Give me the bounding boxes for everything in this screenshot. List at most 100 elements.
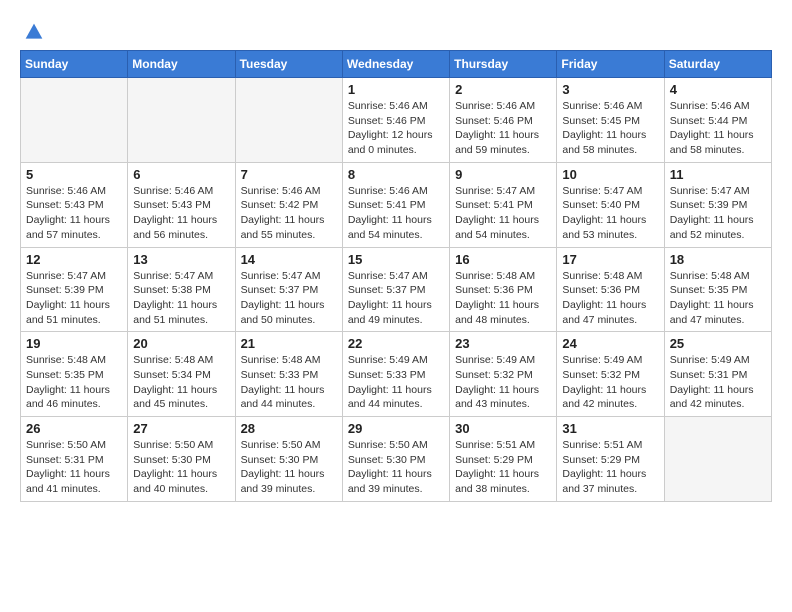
day-info: Sunrise: 5:46 AMSunset: 5:43 PMDaylight:… <box>26 184 122 243</box>
day-info: Sunrise: 5:48 AMSunset: 5:36 PMDaylight:… <box>455 269 551 328</box>
day-number: 16 <box>455 252 551 267</box>
day-info: Sunrise: 5:46 AMSunset: 5:46 PMDaylight:… <box>455 99 551 158</box>
day-number: 8 <box>348 167 444 182</box>
calendar-week-row: 19 Sunrise: 5:48 AMSunset: 5:35 PMDayligh… <box>21 332 772 417</box>
calendar-cell: 29 Sunrise: 5:50 AMSunset: 5:30 PMDayligh… <box>342 417 449 502</box>
day-number: 23 <box>455 336 551 351</box>
day-info: Sunrise: 5:49 AMSunset: 5:32 PMDaylight:… <box>455 353 551 412</box>
day-number: 17 <box>562 252 658 267</box>
calendar-cell: 20 Sunrise: 5:48 AMSunset: 5:34 PMDayligh… <box>128 332 235 417</box>
calendar-cell: 27 Sunrise: 5:50 AMSunset: 5:30 PMDayligh… <box>128 417 235 502</box>
calendar-week-row: 12 Sunrise: 5:47 AMSunset: 5:39 PMDayligh… <box>21 247 772 332</box>
day-number: 13 <box>133 252 229 267</box>
day-info: Sunrise: 5:50 AMSunset: 5:30 PMDaylight:… <box>133 438 229 497</box>
day-number: 25 <box>670 336 766 351</box>
calendar-cell: 16 Sunrise: 5:48 AMSunset: 5:36 PMDayligh… <box>450 247 557 332</box>
calendar-cell: 15Sunrise: 5:47 AMSunset: 5:37 PMDayligh… <box>342 247 449 332</box>
weekday-header-thursday: Thursday <box>450 51 557 78</box>
day-info: Sunrise: 5:47 AMSunset: 5:37 PMDaylight:… <box>241 269 337 328</box>
calendar-table: SundayMondayTuesdayWednesdayThursdayFrid… <box>20 50 772 502</box>
day-number: 27 <box>133 421 229 436</box>
day-number: 20 <box>133 336 229 351</box>
day-info: Sunrise: 5:50 AMSunset: 5:30 PMDaylight:… <box>348 438 444 497</box>
day-number: 6 <box>133 167 229 182</box>
day-number: 21 <box>241 336 337 351</box>
day-info: Sunrise: 5:46 AMSunset: 5:43 PMDaylight:… <box>133 184 229 243</box>
day-info: Sunrise: 5:46 AMSunset: 5:42 PMDaylight:… <box>241 184 337 243</box>
day-number: 12 <box>26 252 122 267</box>
calendar-cell: 18Sunrise: 5:48 AMSunset: 5:35 PMDayligh… <box>664 247 771 332</box>
calendar-cell <box>128 78 235 163</box>
day-number: 11 <box>670 167 766 182</box>
calendar-cell: 31 Sunrise: 5:51 AMSunset: 5:29 PMDayligh… <box>557 417 664 502</box>
calendar-cell: 3Sunrise: 5:46 AMSunset: 5:45 PMDaylight… <box>557 78 664 163</box>
calendar-cell <box>21 78 128 163</box>
calendar-cell: 1 Sunrise: 5:46 AMSunset: 5:46 PMDaylight… <box>342 78 449 163</box>
calendar-cell: 19 Sunrise: 5:48 AMSunset: 5:35 PMDayligh… <box>21 332 128 417</box>
day-info: Sunrise: 5:46 AMSunset: 5:45 PMDaylight:… <box>562 99 658 158</box>
calendar-cell: 13 Sunrise: 5:47 AMSunset: 5:38 PMDayligh… <box>128 247 235 332</box>
calendar-cell: 30 Sunrise: 5:51 AMSunset: 5:29 PMDayligh… <box>450 417 557 502</box>
calendar-cell: 10 Sunrise: 5:47 AMSunset: 5:40 PMDayligh… <box>557 162 664 247</box>
day-number: 26 <box>26 421 122 436</box>
day-info: Sunrise: 5:50 AMSunset: 5:30 PMDaylight:… <box>241 438 337 497</box>
calendar-cell: 17 Sunrise: 5:48 AMSunset: 5:36 PMDayligh… <box>557 247 664 332</box>
day-number: 29 <box>348 421 444 436</box>
page-header <box>20 20 772 42</box>
weekday-header-wednesday: Wednesday <box>342 51 449 78</box>
weekday-header-sunday: Sunday <box>21 51 128 78</box>
day-info: Sunrise: 5:46 AMSunset: 5:46 PMDaylight:… <box>348 99 444 158</box>
calendar-cell: 6 Sunrise: 5:46 AMSunset: 5:43 PMDaylight… <box>128 162 235 247</box>
calendar-cell: 7 Sunrise: 5:46 AMSunset: 5:42 PMDaylight… <box>235 162 342 247</box>
day-info: Sunrise: 5:51 AMSunset: 5:29 PMDaylight:… <box>562 438 658 497</box>
day-info: Sunrise: 5:48 AMSunset: 5:34 PMDaylight:… <box>133 353 229 412</box>
calendar-cell <box>235 78 342 163</box>
calendar-week-row: 5Sunrise: 5:46 AMSunset: 5:43 PMDaylight… <box>21 162 772 247</box>
calendar-cell: 21Sunrise: 5:48 AMSunset: 5:33 PMDayligh… <box>235 332 342 417</box>
calendar-cell: 8 Sunrise: 5:46 AMSunset: 5:41 PMDaylight… <box>342 162 449 247</box>
day-number: 31 <box>562 421 658 436</box>
calendar-cell: 4Sunrise: 5:46 AMSunset: 5:44 PMDaylight… <box>664 78 771 163</box>
calendar-cell: 22Sunrise: 5:49 AMSunset: 5:33 PMDayligh… <box>342 332 449 417</box>
day-info: Sunrise: 5:49 AMSunset: 5:31 PMDaylight:… <box>670 353 766 412</box>
day-number: 30 <box>455 421 551 436</box>
weekday-header-friday: Friday <box>557 51 664 78</box>
day-info: Sunrise: 5:50 AMSunset: 5:31 PMDaylight:… <box>26 438 122 497</box>
weekday-header-row: SundayMondayTuesdayWednesdayThursdayFrid… <box>21 51 772 78</box>
calendar-cell: 11 Sunrise: 5:47 AMSunset: 5:39 PMDayligh… <box>664 162 771 247</box>
day-number: 9 <box>455 167 551 182</box>
calendar-week-row: 1 Sunrise: 5:46 AMSunset: 5:46 PMDaylight… <box>21 78 772 163</box>
day-number: 7 <box>241 167 337 182</box>
day-info: Sunrise: 5:47 AMSunset: 5:39 PMDaylight:… <box>670 184 766 243</box>
day-info: Sunrise: 5:49 AMSunset: 5:32 PMDaylight:… <box>562 353 658 412</box>
weekday-header-saturday: Saturday <box>664 51 771 78</box>
day-info: Sunrise: 5:47 AMSunset: 5:41 PMDaylight:… <box>455 184 551 243</box>
day-number: 1 <box>348 82 444 97</box>
day-number: 28 <box>241 421 337 436</box>
logo-icon <box>24 22 44 42</box>
day-number: 2 <box>455 82 551 97</box>
day-info: Sunrise: 5:47 AMSunset: 5:40 PMDaylight:… <box>562 184 658 243</box>
day-info: Sunrise: 5:47 AMSunset: 5:38 PMDaylight:… <box>133 269 229 328</box>
day-info: Sunrise: 5:51 AMSunset: 5:29 PMDaylight:… <box>455 438 551 497</box>
day-number: 18 <box>670 252 766 267</box>
day-info: Sunrise: 5:48 AMSunset: 5:36 PMDaylight:… <box>562 269 658 328</box>
calendar-cell: 28 Sunrise: 5:50 AMSunset: 5:30 PMDayligh… <box>235 417 342 502</box>
day-info: Sunrise: 5:48 AMSunset: 5:35 PMDaylight:… <box>26 353 122 412</box>
day-number: 4 <box>670 82 766 97</box>
calendar-cell: 23 Sunrise: 5:49 AMSunset: 5:32 PMDayligh… <box>450 332 557 417</box>
day-number: 22 <box>348 336 444 351</box>
day-number: 19 <box>26 336 122 351</box>
weekday-header-monday: Monday <box>128 51 235 78</box>
calendar-cell: 25 Sunrise: 5:49 AMSunset: 5:31 PMDayligh… <box>664 332 771 417</box>
calendar-cell: 12 Sunrise: 5:47 AMSunset: 5:39 PMDayligh… <box>21 247 128 332</box>
day-info: Sunrise: 5:47 AMSunset: 5:39 PMDaylight:… <box>26 269 122 328</box>
calendar-cell: 9 Sunrise: 5:47 AMSunset: 5:41 PMDaylight… <box>450 162 557 247</box>
day-number: 10 <box>562 167 658 182</box>
calendar-week-row: 26 Sunrise: 5:50 AMSunset: 5:31 PMDayligh… <box>21 417 772 502</box>
calendar-cell: 2 Sunrise: 5:46 AMSunset: 5:46 PMDaylight… <box>450 78 557 163</box>
day-number: 24 <box>562 336 658 351</box>
day-info: Sunrise: 5:46 AMSunset: 5:41 PMDaylight:… <box>348 184 444 243</box>
calendar-cell: 14Sunrise: 5:47 AMSunset: 5:37 PMDayligh… <box>235 247 342 332</box>
day-number: 15 <box>348 252 444 267</box>
